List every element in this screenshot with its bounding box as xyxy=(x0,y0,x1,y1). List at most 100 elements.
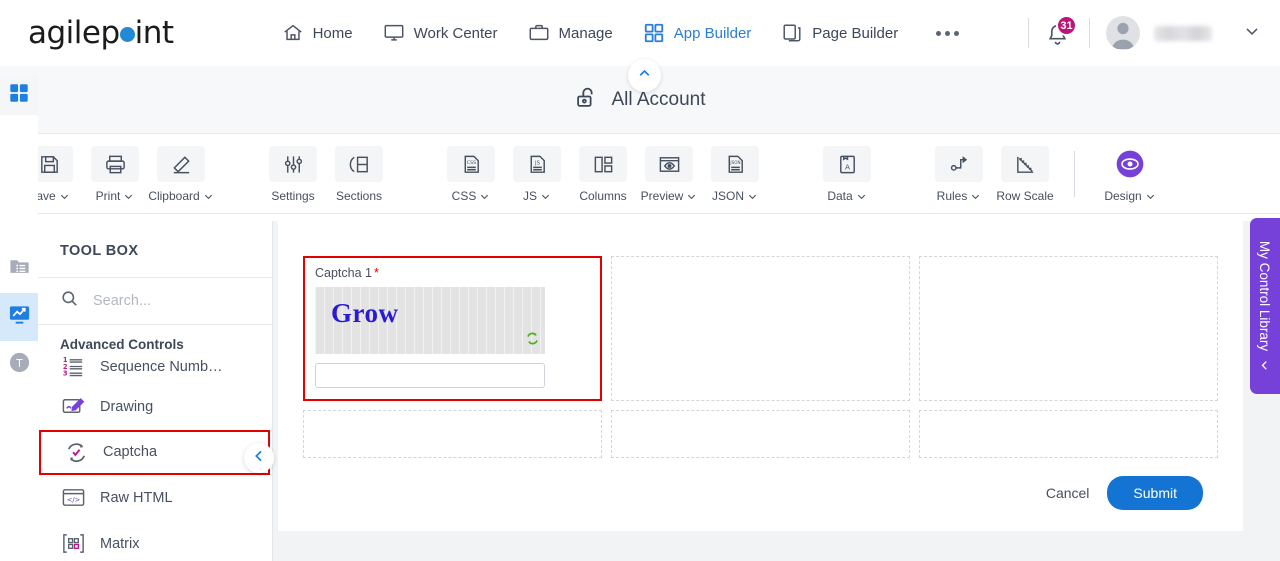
logo-dot xyxy=(119,27,135,42)
grid-icon xyxy=(643,22,665,44)
monitor-icon xyxy=(383,22,405,44)
toolbar-button-columns[interactable]: Columns xyxy=(570,144,636,203)
account-menu-chevron-down-icon[interactable] xyxy=(1242,21,1262,46)
chevron-down-icon xyxy=(688,194,696,199)
svg-text:A: A xyxy=(845,162,850,171)
header-divider-1 xyxy=(1028,18,1029,48)
toolbar-button-js[interactable]: JS JS xyxy=(504,144,570,203)
chevron-down-icon xyxy=(1146,194,1154,199)
toolbar-label: Preview xyxy=(641,189,698,203)
nav-item-home[interactable]: Home xyxy=(282,22,353,44)
toolbar-button-print[interactable]: Print xyxy=(82,144,148,203)
toolbar-divider xyxy=(1074,150,1075,197)
empty-drop-cell[interactable] xyxy=(919,410,1218,458)
rail-item-controls[interactable] xyxy=(0,293,38,341)
library-tab-label: My Control Library xyxy=(1257,240,1273,351)
agilepoint-logo[interactable]: agilep int xyxy=(28,15,174,51)
captcha-label: Captcha 1 * xyxy=(315,266,379,280)
folder-list-icon xyxy=(8,255,31,283)
toolbox-title: TOOL BOX xyxy=(60,243,139,259)
form-row-2 xyxy=(303,410,1218,458)
empty-drop-cell[interactable] xyxy=(611,256,910,401)
toolbar-button-design[interactable]: Design xyxy=(1097,144,1163,203)
toolbar-label: Clipboard xyxy=(148,189,213,203)
chevron-left-icon xyxy=(251,448,267,469)
captcha-text: Grow xyxy=(331,298,399,328)
toolbox-item-label: Raw HTML xyxy=(100,489,173,506)
form-canvas: Captcha 1 * Grow Cancel Submit xyxy=(273,221,1280,561)
designer-toolbar: Save Print Clipboard Settings Sections C… xyxy=(0,134,1280,214)
toolbar-label: Print xyxy=(96,189,135,203)
ruler-icon xyxy=(1001,146,1049,182)
svg-text:T: T xyxy=(15,358,23,370)
nav-label: Page Builder xyxy=(812,24,899,42)
text-t-icon: T xyxy=(8,351,31,379)
cancel-button[interactable]: Cancel xyxy=(1046,485,1090,501)
toolbar-button-clipboard[interactable]: Clipboard xyxy=(148,144,214,203)
captcha-image: Grow xyxy=(315,287,545,354)
my-control-library-tab[interactable]: My Control Library xyxy=(1250,218,1280,394)
toolbar-button-preview[interactable]: Preview xyxy=(636,144,702,203)
empty-drop-cell[interactable] xyxy=(303,410,602,458)
chevron-down-icon xyxy=(481,194,489,199)
toolbar-label: Row Scale xyxy=(996,189,1054,203)
toolbar-label: JS xyxy=(523,189,551,203)
nav-label: App Builder xyxy=(673,24,752,42)
rail-item-text[interactable]: T xyxy=(0,341,38,389)
rail-item-app-grid[interactable] xyxy=(0,75,38,115)
toolbar-button-settings[interactable]: Settings xyxy=(260,144,326,203)
avatar[interactable] xyxy=(1106,16,1140,50)
toolbar-button-sections[interactable]: Sections xyxy=(326,144,392,203)
svg-text:</>: </> xyxy=(66,496,80,504)
svg-text:3: 3 xyxy=(62,370,67,378)
toolbox-item-raw-html[interactable]: </> Raw HTML xyxy=(38,475,272,521)
svg-text:CSS: CSS xyxy=(466,160,475,166)
app-grid-icon xyxy=(8,82,30,109)
more-options-button[interactable] xyxy=(936,30,960,36)
nav-item-app-builder[interactable]: App Builder xyxy=(643,22,752,44)
refresh-icon[interactable] xyxy=(525,331,540,351)
toolbox-item-sequence-number[interactable]: 123 Sequence Numb… xyxy=(38,350,272,384)
toolbar-button-row-scale[interactable]: Row Scale xyxy=(992,144,1058,203)
columns-icon xyxy=(579,146,627,182)
pencil-icon xyxy=(157,146,205,182)
search-input[interactable] xyxy=(93,293,243,309)
notifications-button[interactable]: 31 xyxy=(1045,15,1077,48)
notification-badge: 31 xyxy=(1056,15,1077,36)
chevron-down-icon xyxy=(972,194,980,199)
nav-item-work-center[interactable]: Work Center xyxy=(383,22,498,44)
chevron-down-icon xyxy=(60,194,68,199)
header-collapse-button[interactable] xyxy=(628,59,661,92)
toolbar-label: CSS xyxy=(452,189,491,203)
toolbox-item-captcha[interactable]: Captcha xyxy=(39,429,270,475)
toolbar-button-json[interactable]: JSON JSON xyxy=(702,144,768,203)
toolbar-button-css[interactable]: CSS CSS xyxy=(438,144,504,203)
nav-label: Manage xyxy=(558,24,613,42)
captcha-input[interactable] xyxy=(315,363,545,388)
submit-button[interactable]: Submit xyxy=(1107,476,1203,510)
toolbox-item-label: Captcha xyxy=(103,444,158,460)
toolbar-button-rules[interactable]: Rules xyxy=(926,144,992,203)
captcha-icon xyxy=(63,439,89,465)
toolbox-item-drawing[interactable]: Drawing xyxy=(38,384,272,430)
app-root: agilep int Home Work Center Manage App B… xyxy=(0,0,1280,561)
empty-drop-cell[interactable] xyxy=(919,256,1218,401)
rail-item-folders[interactable] xyxy=(0,245,38,293)
empty-drop-cell[interactable] xyxy=(611,410,910,458)
svg-text:JSON: JSON xyxy=(729,160,740,165)
logo-text: agilep int xyxy=(28,15,174,51)
toolbox-collapse-button[interactable] xyxy=(244,443,274,473)
chevron-down-icon xyxy=(857,194,865,199)
svg-text:JS: JS xyxy=(534,160,541,166)
toolbar-label: Rules xyxy=(937,189,982,203)
toolbar-button-data[interactable]: A Data xyxy=(814,144,880,203)
toolbox-search[interactable] xyxy=(38,277,272,325)
form-card: Captcha 1 * Grow Cancel Submit xyxy=(278,221,1243,531)
captcha-control[interactable]: Captcha 1 * Grow xyxy=(303,256,602,401)
toolbox-item-matrix[interactable]: Matrix xyxy=(38,521,272,561)
nav-item-manage[interactable]: Manage xyxy=(528,22,613,44)
json-file-icon: JSON xyxy=(711,146,759,182)
required-marker: * xyxy=(373,266,379,280)
nav-item-page-builder[interactable]: Page Builder xyxy=(781,22,898,44)
design-eye-icon xyxy=(1106,146,1154,182)
